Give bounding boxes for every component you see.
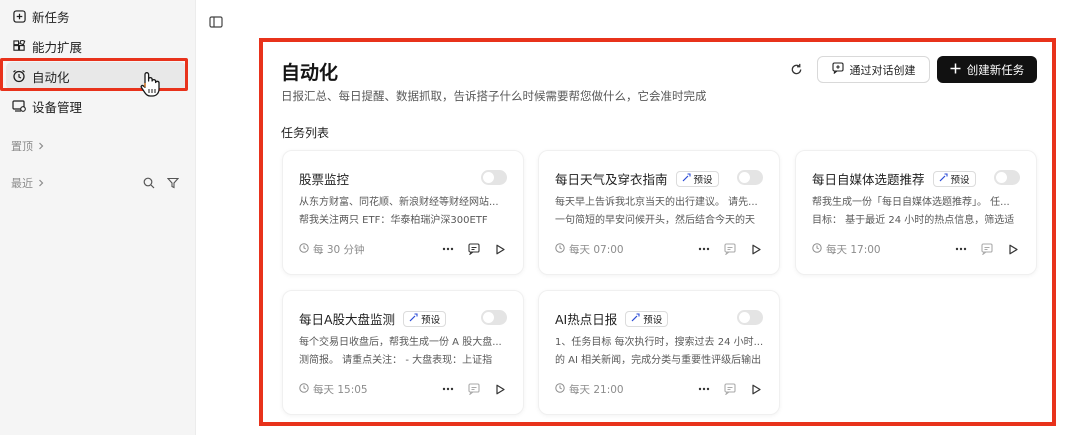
magic-wand-icon — [409, 312, 418, 325]
chat-icon[interactable] — [467, 242, 481, 256]
sidebar-item-label: 能力扩展 — [32, 39, 83, 55]
chat-icon[interactable] — [723, 242, 737, 256]
chat-create-button[interactable]: 通过对话创建 — [817, 56, 930, 83]
preset-badge: 预设 — [675, 170, 719, 187]
sidebar-toggle-icon[interactable] — [208, 14, 224, 30]
task-card-title: 股票监控 — [299, 172, 350, 187]
sidebar-item-label: 新任务 — [32, 9, 70, 25]
task-enable-toggle[interactable] — [481, 170, 507, 185]
task-card-description: 每个交易日收盘后，帮我生成一份 A 股大盘... 测简报。 请重点关注： - 大… — [299, 337, 502, 366]
play-icon[interactable] — [749, 382, 763, 396]
task-card-description: 帮我生成一份「每日自媒体选题推荐」。 任... 目标： 基于最近 24 小时的热… — [812, 197, 1015, 226]
task-enable-toggle[interactable] — [994, 170, 1020, 185]
page-title: 自动化 — [281, 62, 339, 84]
play-icon[interactable] — [1006, 242, 1020, 256]
recent-group-toggle[interactable]: 最近 — [11, 174, 45, 192]
task-card-title: AI热点日报 预设 — [555, 309, 669, 328]
device-icon — [12, 99, 26, 113]
clock-icon — [555, 382, 565, 396]
task-card-description: 1、任务目标 每次执行时，搜索过去 24 小时... 的 AI 相关新闻，完成分… — [555, 337, 764, 366]
task-card[interactable]: 每日A股大盘监测 预设 每个交易日收盘后，帮我生成一份 A 股大盘... 测简报… — [282, 290, 524, 415]
task-card[interactable]: 股票监控 从东方财富、同花顺、新浪财经等财经网站... 帮我关注两只 ETF：华… — [282, 150, 524, 275]
play-icon[interactable] — [493, 242, 507, 256]
refresh-icon — [790, 61, 803, 80]
task-schedule: 每天 17:00 — [812, 242, 881, 257]
pinned-group-toggle[interactable]: 置顶 — [11, 137, 45, 155]
create-task-button[interactable]: 创建新任务 — [937, 56, 1037, 83]
task-list-heading: 任务列表 — [281, 126, 330, 140]
refresh-button[interactable] — [786, 60, 806, 80]
magic-wand-icon — [682, 172, 691, 185]
task-schedule: 每天 07:00 — [555, 242, 624, 257]
clock-icon — [299, 242, 309, 256]
sidebar-item-new-task[interactable]: 新任务 — [6, 2, 186, 30]
extensions-icon — [12, 39, 26, 53]
plus-icon — [950, 63, 961, 77]
page-description: 日报汇总、每日提醒、数据抓取，告诉搭子什么时候需要帮您做什么，它会准时完成 — [281, 89, 707, 103]
recent-group-label: 最近 — [11, 177, 33, 190]
magic-wand-icon — [939, 172, 948, 185]
clock-icon — [555, 242, 565, 256]
task-enable-toggle[interactable] — [737, 310, 763, 325]
chat-icon[interactable] — [980, 242, 994, 256]
task-card[interactable]: AI热点日报 预设 1、任务目标 每次执行时，搜索过去 24 小时... 的 A… — [538, 290, 780, 415]
chat-icon[interactable] — [723, 382, 737, 396]
magic-wand-icon — [631, 312, 640, 325]
task-card-title: 每日A股大盘监测 预设 — [299, 309, 447, 328]
create-task-label: 创建新任务 — [966, 62, 1025, 77]
task-enable-toggle[interactable] — [481, 310, 507, 325]
search-icon[interactable] — [142, 176, 156, 190]
more-icon[interactable] — [441, 382, 455, 396]
preset-badge: 预设 — [932, 170, 976, 187]
sidebar-item-label: 设备管理 — [32, 99, 83, 115]
play-icon[interactable] — [493, 382, 507, 396]
task-card[interactable]: 每日自媒体选题推荐 预设 帮我生成一份「每日自媒体选题推荐」。 任... 目标：… — [795, 150, 1037, 275]
chat-plus-icon — [831, 62, 844, 77]
task-schedule: 每天 21:00 — [555, 382, 624, 397]
pinned-group-label: 置顶 — [11, 140, 33, 153]
task-card-description: 每天早上告诉我北京当天的出行建议。 请先... 一句简短的早安问候开头，然后结合… — [555, 197, 758, 226]
more-icon[interactable] — [954, 242, 968, 256]
sidebar-item-extensions[interactable]: 能力扩展 — [6, 32, 186, 60]
clock-icon — [812, 242, 822, 256]
recent-tools — [142, 176, 180, 190]
task-card-description: 从东方财富、同花顺、新浪财经等财经网站... 帮我关注两只 ETF：华泰柏瑞沪深… — [299, 197, 499, 226]
task-card-title: 每日天气及穿衣指南 预设 — [555, 169, 719, 188]
more-icon[interactable] — [697, 382, 711, 396]
play-icon[interactable] — [749, 242, 763, 256]
chat-icon[interactable] — [467, 382, 481, 396]
chevron-right-icon — [37, 177, 45, 190]
new-task-icon — [12, 9, 26, 23]
task-card-title: 每日自媒体选题推荐 预设 — [812, 169, 976, 188]
task-card[interactable]: 每日天气及穿衣指南 预设 每天早上告诉我北京当天的出行建议。 请先... 一句简… — [538, 150, 780, 275]
preset-badge: 预设 — [625, 310, 669, 327]
hand-cursor-icon — [139, 70, 161, 98]
more-icon[interactable] — [441, 242, 455, 256]
preset-badge: 预设 — [403, 310, 447, 327]
task-schedule: 每天 15:05 — [299, 382, 368, 397]
task-schedule: 每 30 分钟 — [299, 242, 365, 257]
chat-create-label: 通过对话创建 — [849, 63, 916, 77]
chevron-right-icon — [37, 140, 45, 153]
clock-icon — [299, 382, 309, 396]
task-enable-toggle[interactable] — [737, 170, 763, 185]
more-icon[interactable] — [697, 242, 711, 256]
filter-icon[interactable] — [166, 176, 180, 190]
